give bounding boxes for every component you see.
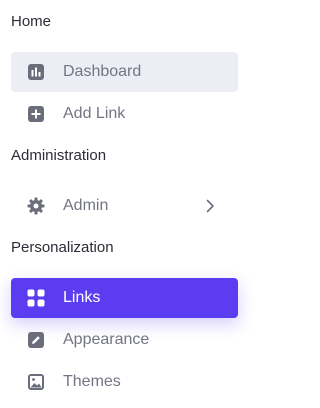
section-title-home: Home bbox=[11, 13, 52, 30]
section-title-personalization: Personalization bbox=[11, 239, 114, 256]
sidebar-item-label: Themes bbox=[63, 373, 121, 390]
pencil-square-icon bbox=[27, 331, 45, 349]
image-icon bbox=[27, 373, 45, 391]
sidebar-item-links[interactable]: Links bbox=[11, 278, 238, 318]
chart-bar-icon bbox=[27, 63, 45, 81]
chevron-right-icon bbox=[202, 198, 218, 214]
sidebar-item-appearance[interactable]: Appearance bbox=[11, 320, 238, 360]
sidebar-item-add-link[interactable]: Add Link bbox=[11, 94, 238, 134]
sidebar-item-label: Dashboard bbox=[63, 63, 142, 80]
sidebar-item-label: Appearance bbox=[63, 331, 150, 348]
sidebar-item-themes[interactable]: Themes bbox=[11, 362, 238, 402]
sidebar-item-label: Admin bbox=[63, 197, 109, 214]
sidebar: Home Dashboard Add Link Administration A… bbox=[0, 0, 240, 408]
plus-square-icon bbox=[27, 105, 45, 123]
sidebar-item-dashboard[interactable]: Dashboard bbox=[11, 52, 238, 92]
grid-icon bbox=[27, 289, 45, 307]
section-title-administration: Administration bbox=[11, 147, 107, 164]
sidebar-item-label: Links bbox=[63, 289, 101, 306]
sidebar-item-label: Add Link bbox=[63, 105, 126, 122]
gear-icon bbox=[27, 197, 45, 215]
sidebar-item-admin[interactable]: Admin bbox=[11, 186, 238, 226]
